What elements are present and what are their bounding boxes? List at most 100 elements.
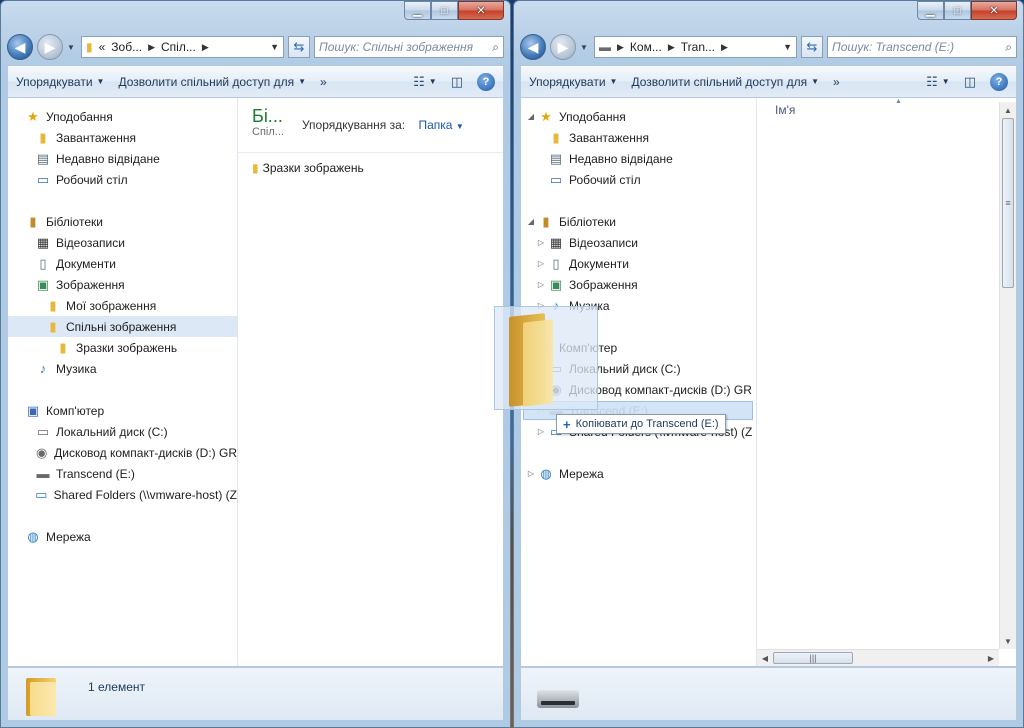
expander-icon[interactable]: ◢ <box>525 112 537 121</box>
scroll-thumb[interactable]: ||| <box>773 652 853 664</box>
view-options-button[interactable]: ☷ ▼ <box>413 74 437 90</box>
network-icon: ◍ <box>540 465 552 481</box>
nav-tree-label: Дисковод компакт-дисків (D:) GR <box>54 445 237 460</box>
maximize-button[interactable]: □ <box>431 1 458 20</box>
organize-button[interactable]: Упорядкувати ▼ <box>16 75 104 89</box>
nav-tree-item[interactable]: ▮ Мої зображення <box>8 295 237 316</box>
expander-icon[interactable]: ◢ <box>525 217 537 226</box>
expander-icon[interactable]: ▷ <box>525 469 537 478</box>
chevron-right-icon[interactable]: ▶ <box>617 42 624 53</box>
scroll-up-icon[interactable]: ▲ <box>1000 102 1016 118</box>
nav-tree-item[interactable]: ♪ Музика <box>8 358 237 379</box>
help-icon[interactable]: ? <box>990 72 1008 91</box>
nav-tree-item[interactable]: ▭ Робочий стіл <box>8 169 237 190</box>
nav-tree-item[interactable]: ▷ ▣ Зображення <box>521 274 756 295</box>
minimize-button[interactable]: ▁ <box>917 1 944 20</box>
nav-tree-item[interactable]: ▮ Завантаження <box>521 127 756 148</box>
scroll-right-icon[interactable]: ▶ <box>983 650 999 666</box>
file-item[interactable]: ▮ Зразки зображень <box>252 161 503 175</box>
navigation-pane[interactable]: ★ Уподобання ▮ Завантаження ▤ Недавно відвіда… <box>8 98 238 666</box>
chevron-down-icon[interactable]: ▼ <box>270 42 279 52</box>
history-dropdown-icon[interactable]: ▼ <box>580 43 590 52</box>
nav-tree-item[interactable]: ▤ Недавно відвідане <box>521 148 756 169</box>
expander-icon[interactable]: ▷ <box>535 238 547 247</box>
breadcrumb-overflow[interactable]: « <box>99 40 106 54</box>
vertical-scrollbar[interactable]: ▲ ≡ ▼ <box>999 102 1016 649</box>
column-header-name[interactable]: Ім'я ▲ <box>757 98 1016 122</box>
history-dropdown-icon[interactable]: ▼ <box>67 43 77 52</box>
back-button[interactable]: ◀ <box>520 34 546 60</box>
nav-tree-item[interactable]: ▤ Недавно відвідане <box>8 148 237 169</box>
chevron-down-icon[interactable]: ▼ <box>783 42 792 52</box>
back-button[interactable]: ◀ <box>7 34 33 60</box>
chevron-down-icon: ▼ <box>428 77 437 86</box>
chevron-right-icon[interactable]: ▶ <box>721 42 728 53</box>
forward-button[interactable]: ▶ <box>37 34 63 60</box>
arrange-label: Упорядкування за: <box>301 118 406 132</box>
view-options-button[interactable]: ☷ ▼ <box>926 74 950 90</box>
forward-button[interactable]: ▶ <box>550 34 576 60</box>
nav-tree-item[interactable]: ▷ ▦ Відеозаписи <box>521 232 756 253</box>
content-pane[interactable]: Бі... Спіл... Упорядкування за: Папка ▼ … <box>238 98 503 666</box>
breadcrumb-item[interactable]: Зоб... <box>111 40 142 54</box>
content-pane[interactable]: Ім'я ▲ ▲ ≡ ▼ ◀ ||| ▶ <box>757 98 1016 666</box>
chevron-down-icon: ▼ <box>96 77 105 86</box>
search-input[interactable]: Пошук: Transcend (E:) ⌕ <box>827 36 1017 58</box>
view-icon: ☷ <box>413 73 425 89</box>
expander-icon[interactable]: ▷ <box>535 259 547 268</box>
breadcrumb-item[interactable]: Ком... <box>630 40 662 54</box>
nav-tree-item[interactable]: ▭ Робочий стіл <box>521 169 756 190</box>
address-bar[interactable]: ▬ ▶ Ком... ▶ Tran... ▶ ▼ <box>594 36 797 58</box>
refresh-button[interactable]: ⇆ <box>288 36 310 58</box>
nav-tree-item[interactable]: ▮ Зразки зображень <box>8 337 237 358</box>
scroll-left-icon[interactable]: ◀ <box>757 650 773 666</box>
nav-tree-item[interactable]: ◢ ★ Уподобання <box>521 106 756 127</box>
horizontal-scrollbar[interactable]: ◀ ||| ▶ <box>757 649 999 666</box>
nav-tree-item[interactable]: ▮ Спільні зображення <box>8 316 237 337</box>
nav-tree-item[interactable]: ▬ Transcend (E:) <box>8 463 237 484</box>
minimize-button[interactable]: ▁ <box>404 1 431 20</box>
close-button[interactable]: ✕ <box>458 1 504 20</box>
nav-tree-item[interactable]: ◍ Мережа <box>8 526 237 547</box>
caption-buttons: ▁ □ ✕ <box>917 1 1017 21</box>
nav-tree-item[interactable]: ▣ Зображення <box>8 274 237 295</box>
more-commands-button[interactable]: » <box>833 75 840 89</box>
nav-tree-item[interactable]: ◉ Дисковод компакт-дисків (D:) GR <box>8 442 237 463</box>
scroll-down-icon[interactable]: ▼ <box>1000 633 1016 649</box>
details-pane <box>520 667 1017 721</box>
share-with-button[interactable]: Дозволити спільний доступ для ▼ <box>631 75 819 89</box>
nav-tree-item[interactable]: ▣ Комп'ютер <box>8 400 237 421</box>
address-bar[interactable]: ▮ « Зоб... ▶ Спіл... ▶ ▼ <box>81 36 284 58</box>
more-commands-button[interactable]: » <box>320 75 327 89</box>
chevron-right-icon[interactable]: ▶ <box>202 42 209 53</box>
search-input[interactable]: Пошук: Спільні зображення ⌕ <box>314 36 504 58</box>
nav-tree-item[interactable]: ▮ Завантаження <box>8 127 237 148</box>
nav-tree-item[interactable]: ◢ ▮ Бібліотеки <box>521 211 756 232</box>
breadcrumb-item[interactable]: Спіл... <box>161 40 196 54</box>
breadcrumb-item[interactable]: Tran... <box>681 40 715 54</box>
chevron-right-icon[interactable]: ▶ <box>668 42 675 53</box>
preview-pane-icon[interactable]: ◫ <box>964 74 976 90</box>
chevron-right-icon[interactable]: ▶ <box>148 42 155 53</box>
nav-tree-item[interactable]: ▦ Відеозаписи <box>8 232 237 253</box>
nav-tree-item[interactable]: ▭ Локальний диск (C:) <box>8 421 237 442</box>
nav-tree-item[interactable]: ★ Уподобання <box>8 106 237 127</box>
preview-pane-icon[interactable]: ◫ <box>451 74 463 90</box>
maximize-button[interactable]: □ <box>944 1 971 20</box>
scroll-thumb[interactable]: ≡ <box>1002 118 1014 288</box>
expander-icon[interactable]: ▷ <box>535 280 547 289</box>
close-button[interactable]: ✕ <box>971 1 1017 20</box>
nav-tree-item[interactable]: ▷ ◍ Мережа <box>521 463 756 484</box>
expander-icon[interactable]: ▷ <box>535 427 547 436</box>
share-with-button[interactable]: Дозволити спільний доступ для ▼ <box>118 75 306 89</box>
organize-button[interactable]: Упорядкувати ▼ <box>529 75 617 89</box>
refresh-button[interactable]: ⇆ <box>801 36 823 58</box>
nav-tree-item[interactable]: ▭ Shared Folders (\\vmware-host) (Z <box>8 484 237 505</box>
nav-tree-item[interactable]: ▯ Документи <box>8 253 237 274</box>
help-icon[interactable]: ? <box>477 72 495 91</box>
search-icon: ⌕ <box>1005 39 1012 54</box>
nav-tree-item[interactable]: ▮ Бібліотеки <box>8 211 237 232</box>
nav-tree-item[interactable]: ▷ ▯ Документи <box>521 253 756 274</box>
arrange-value-dropdown[interactable]: Папка ▼ <box>418 118 463 132</box>
